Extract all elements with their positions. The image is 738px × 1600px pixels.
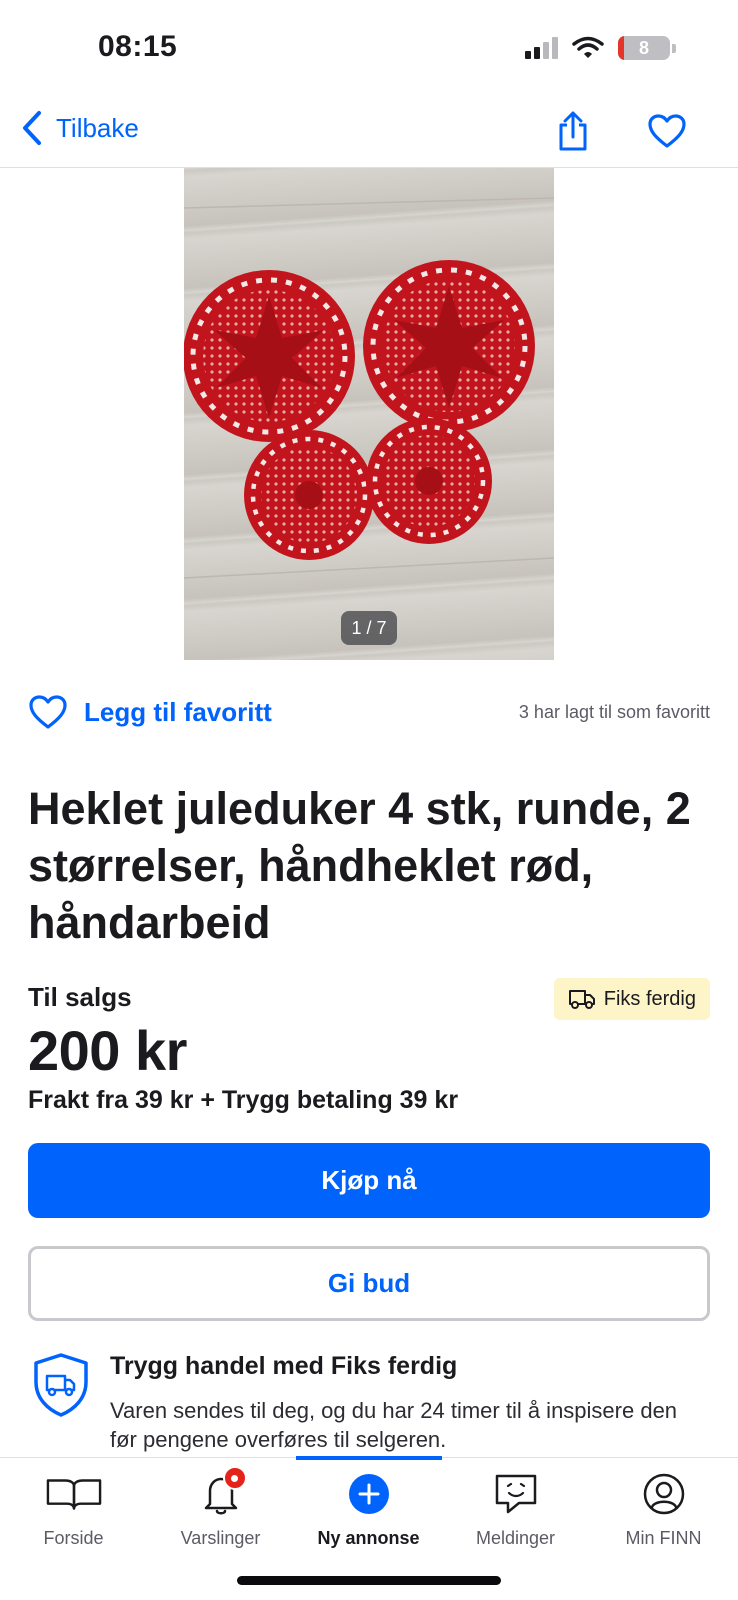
listing-image[interactable]: 1 / 7 (184, 168, 554, 660)
shield-truck-icon (34, 1353, 88, 1417)
nav-actions (552, 110, 688, 152)
chevron-left-icon (23, 111, 41, 145)
small-doily-left (244, 430, 374, 560)
plus-circle-icon (348, 1474, 389, 1514)
badge-label: Fiks ferdig (603, 987, 696, 1010)
chat-icon (495, 1474, 536, 1514)
back-label: Tilbake (56, 112, 139, 143)
status-time: 08:15 (98, 30, 178, 63)
price: 200 kr (28, 1019, 187, 1082)
sale-label: Til salgs (28, 982, 132, 1012)
tab-label: Forside (43, 1528, 104, 1548)
favorite-count: 3 har lagt til som favoritt (518, 701, 710, 722)
share-icon (559, 111, 587, 151)
heart-icon (648, 114, 686, 148)
battery-icon: 8 (618, 36, 670, 60)
delivery-truck-icon (568, 990, 595, 1009)
active-tab-indicator (296, 1456, 442, 1460)
status-bar: 08:15 8 (0, 0, 738, 100)
nav-bar: Tilbake (0, 100, 738, 168)
book-icon (46, 1479, 101, 1510)
tab-varslinger[interactable]: Varslinger (147, 1466, 294, 1558)
battery-level: 8 (638, 37, 649, 58)
notification-badge (222, 1466, 247, 1490)
safe-trade-title: Trygg handel med Fiks ferdig (110, 1352, 458, 1380)
wifi-icon (572, 36, 604, 58)
make-bid-button[interactable]: Gi bud (28, 1246, 710, 1321)
share-button[interactable] (552, 110, 594, 152)
cellular-signal-icon (525, 37, 558, 59)
tab-min-finn[interactable]: Min FINN (590, 1468, 737, 1558)
profile-icon (643, 1473, 684, 1515)
favorite-nav-button[interactable] (646, 110, 688, 152)
tab-forside[interactable]: Forside (0, 1468, 147, 1558)
shipping-info: Frakt fra 39 kr + Trygg betaling 39 kr (28, 1086, 459, 1114)
fiks-ferdig-badge: Fiks ferdig (553, 978, 710, 1020)
image-pager: 1 / 7 (341, 611, 397, 645)
tab-label: Ny annonse (317, 1528, 420, 1548)
safe-trade-text: Varen sendes til deg, og du har 24 timer… (110, 1398, 678, 1452)
add-favorite-button[interactable]: Legg til favoritt (28, 694, 272, 730)
small-doily-right (366, 418, 492, 544)
tab-meldinger[interactable]: Meldinger (442, 1468, 589, 1558)
status-icons: 8 (525, 36, 676, 60)
tab-label: Varslinger (180, 1528, 261, 1548)
add-favorite-label: Legg til favoritt (84, 696, 272, 727)
favorite-row: Legg til favoritt 3 har lagt til som fav… (28, 688, 710, 736)
large-doily-right (363, 260, 535, 432)
tab-label: Min FINN (625, 1528, 702, 1548)
home-indicator[interactable] (237, 1576, 501, 1585)
buy-now-button[interactable]: Kjøp nå (28, 1143, 710, 1218)
doilies-photo (184, 197, 554, 579)
tab-ny-annonse[interactable]: Ny annonse (295, 1468, 442, 1558)
listing-title: Heklet juleduker 4 stk, runde, 2 størrel… (28, 783, 691, 948)
large-doily-left (184, 270, 355, 442)
heart-icon (29, 695, 67, 729)
back-button[interactable]: Tilbake (20, 110, 139, 146)
tab-label: Meldinger (475, 1528, 556, 1548)
